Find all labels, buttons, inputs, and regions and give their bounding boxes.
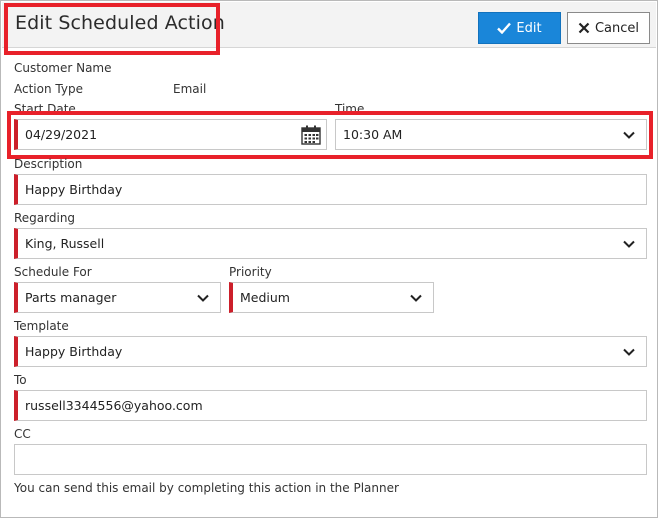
chevron-down-icon [197,294,209,302]
footer-note: You can send this email by completing th… [14,481,399,495]
priority-label: Priority [229,265,272,279]
regarding-label: Regarding [14,211,76,225]
chevron-down-icon [410,294,422,302]
edit-scheduled-action-dialog: Edit Scheduled Action Edit Cancel Custom… [0,0,658,518]
action-type-label: Action Type [14,82,83,96]
close-icon [578,22,590,34]
template-select[interactable]: Happy Birthday [14,336,647,367]
customer-name-label: Customer Name [14,61,112,75]
schedule-for-select[interactable]: Parts manager [14,282,221,313]
chevron-down-icon [623,348,635,356]
description-label: Description [14,157,83,171]
schedule-for-label: Schedule For [14,265,92,279]
to-input[interactable]: russell3344556@yahoo.com [14,390,647,421]
regarding-value: King, Russell [25,236,105,251]
chevron-down-icon [623,240,635,248]
edit-button[interactable]: Edit [478,12,561,44]
priority-select[interactable]: Medium [229,282,434,313]
template-label: Template [14,319,69,333]
cc-input[interactable] [14,444,647,475]
cancel-button[interactable]: Cancel [567,12,650,44]
title-highlight-box [4,3,220,55]
action-type-value: Email [173,82,207,96]
priority-value: Medium [240,290,290,305]
edit-button-label: Edit [516,20,542,36]
cc-label: CC [14,427,31,441]
to-value: russell3344556@yahoo.com [25,398,203,413]
schedule-for-value: Parts manager [25,290,117,305]
cancel-button-label: Cancel [594,20,640,36]
to-label: To [14,373,27,387]
regarding-select[interactable]: King, Russell [14,228,647,259]
description-value: Happy Birthday [25,182,123,197]
description-input[interactable]: Happy Birthday [14,174,647,205]
check-icon [497,22,512,34]
date-time-highlight-box [7,111,653,159]
template-value: Happy Birthday [25,344,123,359]
